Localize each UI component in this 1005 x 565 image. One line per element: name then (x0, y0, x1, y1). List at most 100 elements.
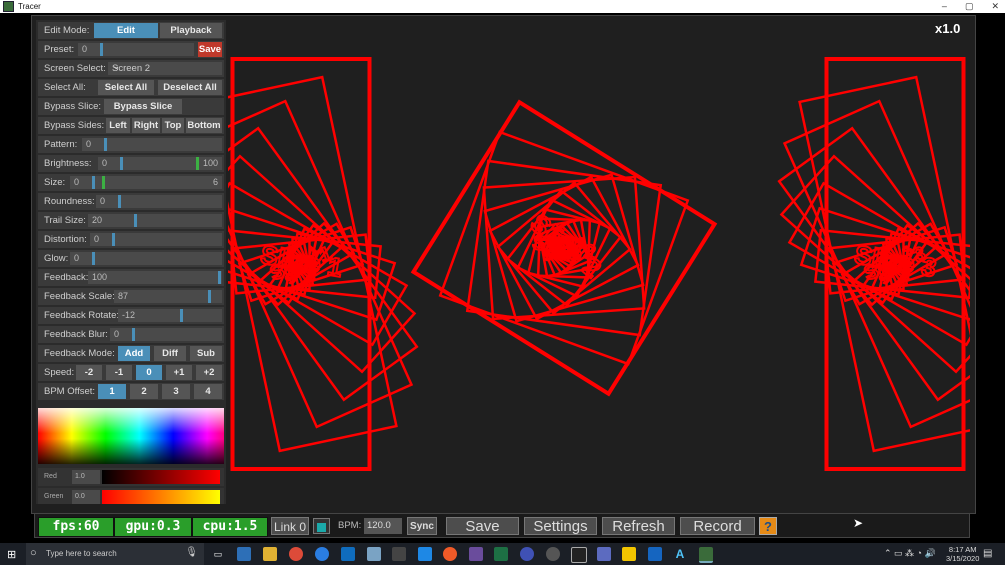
slice-1[interactable]: Slice 1Slice 1Slice 1 (183, 57, 419, 471)
preset-slider[interactable]: 0 (78, 43, 194, 56)
messaging-app-icon[interactable] (315, 547, 329, 561)
bpm-offset-4-button[interactable]: 4 (194, 384, 222, 399)
bypass-right-button[interactable]: Right (132, 118, 160, 133)
tracer-taskbar-icon[interactable] (699, 547, 713, 563)
windows-start-icon[interactable]: ⊞ (7, 548, 16, 561)
sync-button[interactable]: Sync (407, 517, 437, 535)
speed-minus1-button[interactable]: -1 (106, 365, 132, 380)
bypass-left-button[interactable]: Left (106, 118, 130, 133)
bpm-input[interactable]: 120.0 (364, 518, 402, 534)
size-label: Size: (44, 177, 66, 188)
speed-0-button[interactable]: 0 (136, 365, 162, 380)
bypass-bottom-button[interactable]: Bottom (186, 118, 222, 133)
feedback-blur-slider-handle[interactable] (132, 328, 135, 341)
slice-3[interactable]: Slice 3Slice 3Slice 3 (777, 57, 1005, 471)
brightness-slider-handle[interactable] (120, 157, 123, 170)
pinned-app-icon-6[interactable] (571, 547, 587, 563)
edit-mode-edit-button[interactable]: Edit (94, 23, 158, 38)
roundness-slider[interactable]: 0 (96, 195, 222, 208)
color-spectrum-picker[interactable] (38, 408, 224, 464)
calendar-icon[interactable] (418, 547, 432, 561)
pinned-app-icon-10[interactable]: A (673, 547, 687, 561)
system-tray-icons[interactable]: ⌃ ▭ ⁂ ◔ 🔊 (884, 548, 936, 559)
green-channel-value[interactable]: 0.0 (72, 490, 100, 504)
preset-row: Preset: 0 Save (38, 41, 224, 58)
app-icon (3, 1, 14, 12)
pinned-app-icon[interactable] (237, 547, 251, 561)
size-slider[interactable]: 0 6 (70, 176, 222, 189)
speed-plus2-button[interactable]: +2 (196, 365, 222, 380)
feedback-mode-sub-button[interactable]: Sub (190, 346, 222, 361)
pattern-slider-handle[interactable] (104, 138, 107, 151)
trail-size-slider[interactable]: 20 (88, 214, 222, 227)
trail-size-slider-handle[interactable] (134, 214, 137, 227)
feedback-scale-slider[interactable]: 87 (114, 290, 222, 303)
feedback-blur-slider[interactable]: 0 (110, 328, 222, 341)
close-button[interactable]: ✕ (991, 0, 999, 13)
maximize-button[interactable]: ▢ (965, 0, 974, 13)
feedback-scale-slider-handle[interactable] (208, 290, 211, 303)
file-explorer-icon[interactable] (263, 547, 277, 561)
record-button[interactable]: Record (680, 517, 755, 535)
microphone-icon[interactable]: 🎙 (185, 547, 198, 558)
roundness-slider-handle[interactable] (118, 195, 121, 208)
glow-slider-handle[interactable] (92, 252, 95, 265)
slice-2[interactable]: Slice 2Slice 2Slice 2 (410, 99, 718, 397)
screen-select-dropdown[interactable]: Screen 2 ⌄ (108, 61, 222, 75)
red-channel-value[interactable]: 1.0 (72, 470, 100, 484)
feedback-slider[interactable]: 100 (88, 271, 222, 284)
pattern-slider[interactable]: 0 (82, 138, 222, 151)
pinned-app-icon-4[interactable] (520, 547, 534, 561)
zoom-indicator: x1.0 (935, 21, 961, 36)
bypass-slice-button[interactable]: Bypass Slice (104, 99, 182, 114)
link-color-swatch[interactable] (313, 518, 330, 534)
feedback-rotate-slider-handle[interactable] (180, 309, 183, 322)
pinned-app-icon-9[interactable] (648, 547, 662, 561)
link-button[interactable]: Link 0 (271, 517, 309, 535)
size-max-handle[interactable] (102, 176, 105, 189)
pinned-app-icon-5[interactable] (546, 547, 560, 561)
bpm-offset-1-button[interactable]: 1 (98, 384, 126, 399)
bypass-top-button[interactable]: Top (162, 118, 184, 133)
speed-minus2-button[interactable]: -2 (76, 365, 102, 380)
save-button[interactable]: Save (446, 517, 519, 535)
outlook-icon[interactable] (341, 547, 355, 561)
bpm-offset-3-button[interactable]: 3 (162, 384, 190, 399)
preview-canvas[interactable]: Slice 1 Slice 1 Slice 1 Slice 2 Slice 2 Slic… (183, 20, 1005, 504)
chrome-icon[interactable] (289, 547, 303, 561)
preset-save-button[interactable]: Save (198, 42, 222, 57)
pinned-app-icon-3[interactable] (469, 547, 483, 561)
excel-icon[interactable] (494, 547, 508, 561)
taskbar-search-box[interactable]: ○ Type here to search 🎙 (26, 543, 204, 565)
select-all-button[interactable]: Select All (98, 80, 154, 95)
feedback-mode-diff-button[interactable]: Diff (154, 346, 186, 361)
brightness-slider[interactable]: 0 100 (98, 157, 222, 170)
deselect-all-button[interactable]: Deselect All (158, 80, 222, 95)
calculator-icon[interactable] (392, 547, 406, 561)
notification-center-icon[interactable]: ▤ (983, 548, 992, 559)
media-app-icon[interactable] (443, 547, 457, 561)
task-view-icon[interactable]: ▭ (211, 547, 225, 561)
refresh-button[interactable]: Refresh (602, 517, 675, 535)
glow-slider[interactable]: 0 (70, 252, 222, 265)
pinned-app-icon-2[interactable] (367, 547, 381, 561)
feedback-mode-add-button[interactable]: Add (118, 346, 150, 361)
taskbar-clock[interactable]: 8:17 AM 3/15/2020 (946, 545, 979, 563)
minimize-button[interactable]: – (942, 0, 947, 13)
red-channel-slider[interactable] (102, 470, 220, 484)
green-channel-slider[interactable] (102, 490, 220, 504)
feedback-rotate-slider[interactable]: -12 (118, 309, 222, 322)
feedback-slider-handle[interactable] (218, 271, 221, 284)
bpm-offset-2-button[interactable]: 2 (130, 384, 158, 399)
distortion-slider[interactable]: 0 (90, 233, 222, 246)
size-slider-handle[interactable] (92, 176, 95, 189)
pinned-app-icon-8[interactable] (622, 547, 636, 561)
preset-slider-handle[interactable] (100, 43, 103, 56)
edit-mode-playback-button[interactable]: Playback (160, 23, 222, 38)
speed-plus1-button[interactable]: +1 (166, 365, 192, 380)
distortion-slider-handle[interactable] (112, 233, 115, 246)
brightness-max-handle[interactable] (196, 157, 199, 170)
help-button[interactable]: ? (759, 517, 777, 535)
settings-button[interactable]: Settings (524, 517, 597, 535)
pinned-app-icon-7[interactable] (597, 547, 611, 561)
